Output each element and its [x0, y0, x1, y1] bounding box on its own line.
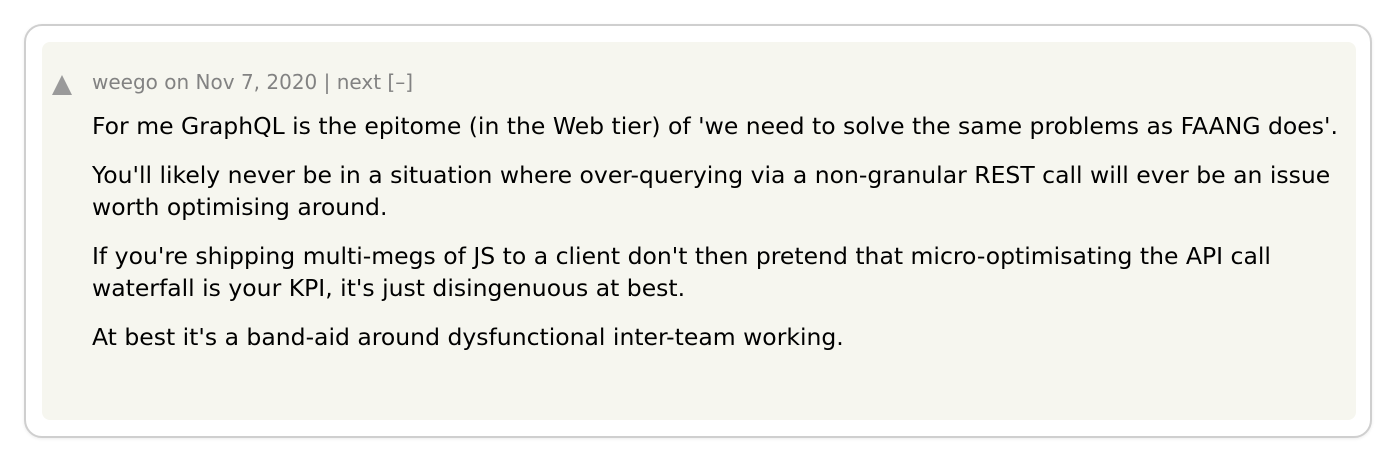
meta-separator: |	[323, 70, 331, 94]
comment-author[interactable]: weego	[92, 70, 158, 94]
comment-paragraph: If you're shipping multi-megs of JS to a…	[92, 242, 1271, 302]
comment-card: weego on Nov 7, 2020 | next [–] For me G…	[24, 24, 1372, 438]
comment-meta: weego on Nov 7, 2020 | next [–]	[92, 68, 413, 96]
comment-date[interactable]: Nov 7, 2020	[196, 70, 318, 94]
comment-on-text: on	[164, 70, 190, 94]
comment-paragraph: You'll likely never be in a situation wh…	[92, 161, 1331, 221]
next-link[interactable]: next	[337, 70, 381, 94]
comment-body: For me GraphQL is the epitome (in the We…	[92, 110, 1342, 370]
comment: weego on Nov 7, 2020 | next [–] For me G…	[42, 42, 1356, 420]
comment-paragraph: For me GraphQL is the epitome (in the We…	[92, 112, 1338, 140]
upvote-arrow-icon[interactable]	[52, 75, 72, 95]
comment-paragraph: At best it's a band-aid around dysfuncti…	[92, 323, 844, 351]
collapse-toggle[interactable]: [–]	[387, 70, 413, 94]
